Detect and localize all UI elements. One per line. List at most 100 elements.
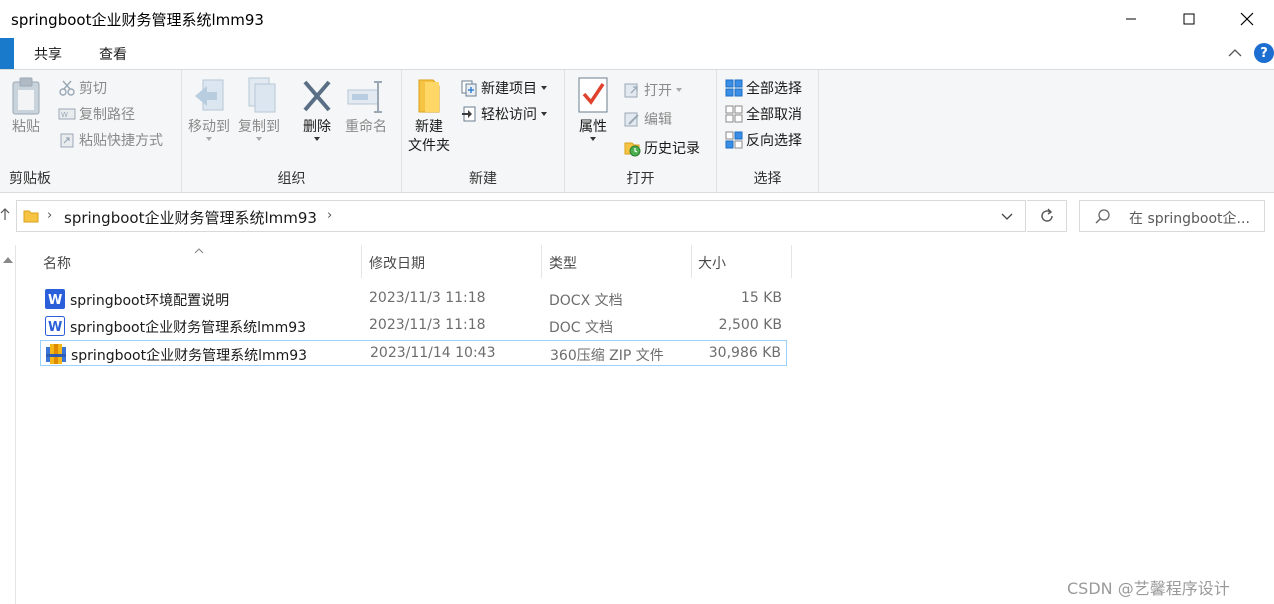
easy-access-button[interactable]: 轻松访问 — [460, 103, 547, 125]
move-to-button[interactable]: 移动到 — [188, 76, 230, 141]
rename-button[interactable]: 重命名 — [345, 76, 387, 137]
copy-path-button[interactable]: W 复制路径 — [58, 103, 135, 125]
refresh-button[interactable] — [1027, 200, 1067, 232]
svg-text:W: W — [61, 111, 68, 119]
file-type: DOC 文档 — [549, 320, 614, 336]
group-label-open: 打开 — [626, 171, 655, 187]
search-input[interactable]: 在 springboot企... — [1079, 200, 1265, 232]
file-row[interactable]: W springboot环境配置说明 2023/11/3 11:18 DOCX … — [40, 286, 787, 312]
file-type: DOCX 文档 — [549, 293, 623, 309]
chevron-up-icon — [1228, 49, 1242, 57]
maximize-icon — [1183, 13, 1195, 25]
file-date: 2023/11/3 11:18 — [369, 317, 486, 333]
select-none-icon — [725, 105, 743, 123]
easy-access-icon — [462, 106, 476, 122]
zip-archive-icon — [46, 344, 66, 364]
close-button[interactable] — [1218, 0, 1274, 38]
history-button[interactable]: 历史记录 — [623, 137, 700, 159]
word-doc-icon: W — [45, 316, 65, 336]
paste-button[interactable]: 粘贴 — [8, 76, 44, 137]
new-item-button[interactable]: 新建项目 — [460, 77, 547, 99]
folder-icon — [23, 208, 39, 228]
svg-text:W: W — [48, 293, 62, 308]
column-divider[interactable] — [791, 245, 792, 278]
svg-text:W: W — [48, 320, 62, 335]
invert-selection-icon — [725, 131, 743, 149]
column-header-type[interactable]: 类型 — [542, 245, 691, 278]
address-bar[interactable]: › springboot企业财务管理系统lmm93 › — [16, 200, 1026, 232]
open-button[interactable]: 打开 — [623, 79, 682, 101]
window-title: springboot企业财务管理系统lmm93 — [11, 11, 264, 29]
title-bar: springboot企业财务管理系统lmm93 — [0, 0, 1274, 38]
search-placeholder: 在 springboot企... — [1129, 211, 1250, 227]
tab-share[interactable]: 共享 — [30, 44, 66, 64]
group-new: 新建 文件夹 新建项目 轻松访问 新建 — [402, 70, 565, 192]
group-select: 全部选择 全部取消 反向选择 选择 — [717, 70, 819, 192]
ribbon: 粘贴 剪切 W 复制路径 粘贴快捷方式 剪贴板 移动到 复制到 删除 重命名 组… — [0, 69, 1274, 193]
delete-button[interactable]: 删除 — [299, 76, 335, 141]
address-history-dropdown[interactable] — [1000, 209, 1014, 227]
file-row[interactable]: springboot企业财务管理系统lmm93 2023/11/14 10:43… — [40, 340, 787, 366]
minimize-icon — [1126, 18, 1136, 20]
tab-view[interactable]: 查看 — [95, 44, 131, 64]
breadcrumb-chevron-icon[interactable]: › — [327, 208, 332, 223]
properties-check-icon — [578, 77, 608, 113]
history-icon — [624, 142, 641, 157]
edit-button[interactable]: 编辑 — [623, 108, 672, 130]
clipboard-icon — [12, 77, 40, 115]
sort-ascending-icon — [193, 243, 205, 259]
select-none-button[interactable]: 全部取消 — [725, 103, 802, 125]
file-date: 2023/11/14 10:43 — [370, 345, 496, 361]
new-folder-button[interactable]: 新建 文件夹 — [408, 76, 450, 156]
breadcrumb-current-folder[interactable]: springboot企业财务管理系统lmm93 — [64, 207, 317, 228]
paste-shortcut-icon — [60, 133, 74, 148]
new-item-icon — [461, 80, 477, 97]
cut-button[interactable]: 剪切 — [58, 77, 107, 99]
edit-pencil-icon — [624, 112, 639, 127]
address-row: › springboot企业财务管理系统lmm93 › 在 springboot… — [0, 193, 1274, 243]
ribbon-tabs: 共享 查看 — [0, 38, 1274, 69]
group-clipboard: 粘贴 剪切 W 复制路径 粘贴快捷方式 剪贴板 — [0, 70, 182, 192]
caret-up-icon — [3, 257, 13, 263]
chevron-down-icon — [1001, 213, 1013, 220]
group-label-clipboard: 剪贴板 — [9, 171, 51, 187]
minimize-button[interactable] — [1102, 0, 1160, 38]
scissors-icon — [59, 80, 75, 96]
file-date: 2023/11/3 11:18 — [369, 290, 486, 306]
tab-file[interactable] — [0, 38, 14, 69]
open-icon — [624, 83, 638, 98]
collapse-ribbon-button[interactable] — [1228, 46, 1242, 62]
close-icon — [1240, 12, 1254, 26]
copy-path-icon: W — [58, 108, 76, 120]
move-to-icon — [195, 79, 224, 111]
group-label-organize: 组织 — [277, 171, 306, 187]
file-type: 360压缩 ZIP 文件 — [550, 348, 664, 364]
copy-to-button[interactable]: 复制到 — [238, 76, 280, 141]
properties-button[interactable]: 属性 — [575, 76, 611, 141]
arrow-up-icon — [0, 208, 10, 220]
file-size: 15 KB — [740, 290, 782, 306]
column-header-date[interactable]: 修改日期 — [362, 245, 541, 278]
column-header-size[interactable]: 大小 — [692, 245, 791, 278]
watermark: CSDN @艺馨程序设计 — [1067, 579, 1230, 598]
file-name: springboot企业财务管理系统lmm93 — [71, 348, 308, 364]
invert-selection-button[interactable]: 反向选择 — [725, 129, 802, 151]
paste-shortcut-button[interactable]: 粘贴快捷方式 — [58, 129, 163, 151]
group-organize: 移动到 复制到 删除 重命名 组织 — [182, 70, 402, 192]
new-folder-icon — [418, 79, 440, 113]
navigation-pane[interactable] — [0, 245, 16, 604]
breadcrumb-chevron-icon[interactable]: › — [47, 208, 52, 223]
maximize-button[interactable] — [1160, 0, 1218, 38]
copy-to-icon — [248, 77, 276, 113]
select-all-button[interactable]: 全部选择 — [725, 77, 802, 99]
search-icon — [1094, 208, 1112, 230]
scroll-up-button[interactable] — [2, 253, 14, 269]
help-button[interactable]: ? — [1254, 43, 1274, 63]
group-open: 属性 打开 编辑 历史记录 打开 — [565, 70, 717, 192]
up-button[interactable] — [0, 207, 10, 225]
select-all-icon — [725, 79, 743, 97]
word-docx-icon: W — [45, 289, 65, 309]
file-row[interactable]: W springboot企业财务管理系统lmm93 2023/11/3 11:1… — [40, 313, 787, 339]
file-name: springboot环境配置说明 — [70, 293, 230, 309]
file-size: 30,986 KB — [708, 345, 781, 361]
